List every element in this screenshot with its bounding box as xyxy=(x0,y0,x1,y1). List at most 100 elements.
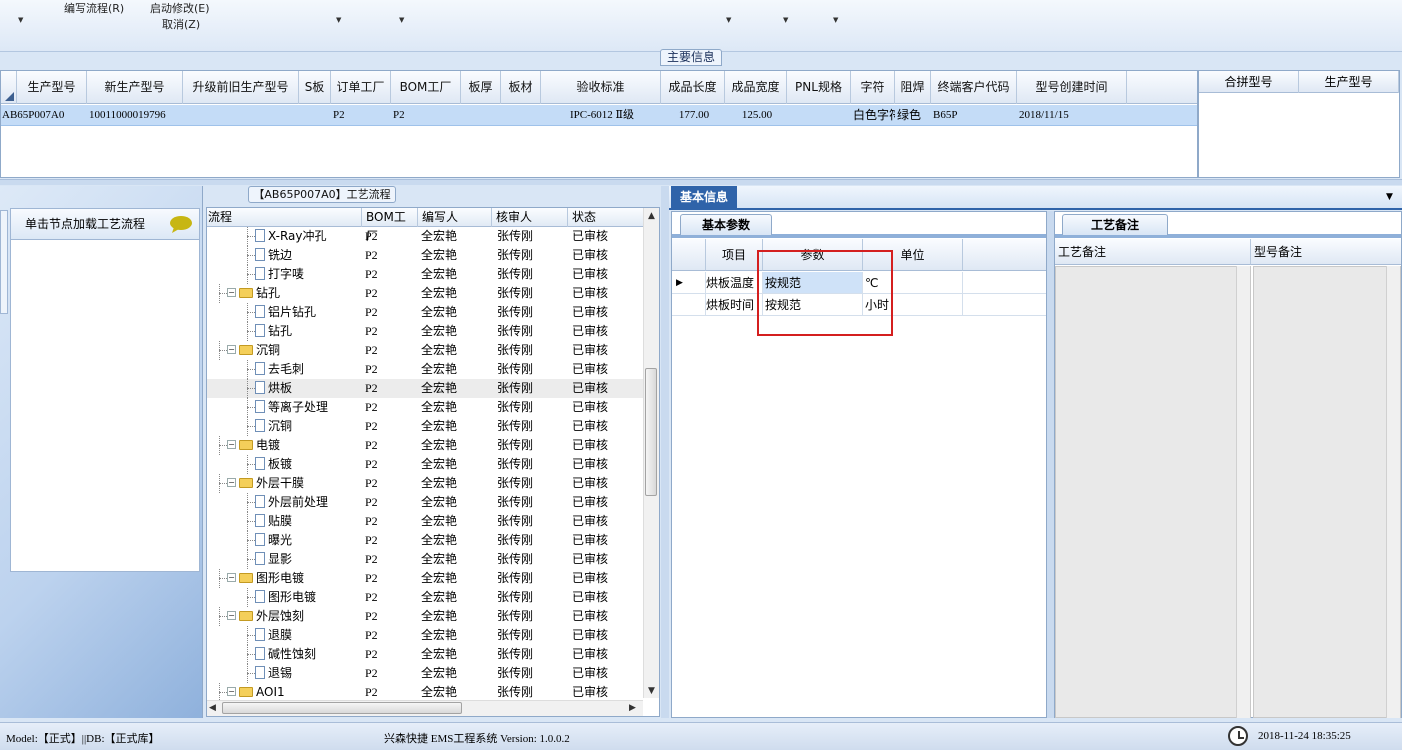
process-remark-textarea[interactable] xyxy=(1055,266,1251,718)
tree-row[interactable]: 退锡 P2 全宏艳 张传刚 已审核 xyxy=(207,664,644,683)
tree-folder-node[interactable]: − 外层蚀刻 xyxy=(227,607,304,626)
process-remark-scrollbar[interactable] xyxy=(1236,266,1250,718)
tree-leaf-node[interactable]: 曝光 xyxy=(255,531,292,550)
tree-row[interactable]: 外层前处理 P2 全宏艳 张传刚 已审核 xyxy=(207,493,644,512)
model-remark-scrollbar[interactable] xyxy=(1386,266,1400,718)
left-collapse-handle[interactable] xyxy=(0,210,8,314)
tree-leaf-node[interactable]: 钻孔 xyxy=(255,322,292,341)
col-reviewer[interactable]: 核审人 xyxy=(492,208,568,227)
collapse-icon[interactable]: − xyxy=(227,440,236,449)
model-remark-textarea[interactable] xyxy=(1253,266,1401,718)
tree-leaf-node[interactable]: 外层前处理 xyxy=(255,493,328,512)
tree-leaf-node[interactable]: 烘板 xyxy=(255,379,292,398)
tree-leaf-node[interactable]: 图形电镀 xyxy=(255,588,316,607)
col-header[interactable]: 成品长度 xyxy=(661,71,725,104)
col-header[interactable]: 型号创建时间 xyxy=(1017,71,1127,104)
col-production-model[interactable]: 生产型号 xyxy=(1299,71,1399,93)
chevron-down-icon[interactable]: ▼ xyxy=(783,16,788,24)
scroll-left-icon[interactable]: ◀ xyxy=(209,703,216,713)
tree-folder-node[interactable]: − 外层干膜 xyxy=(227,474,304,493)
tree-row[interactable]: − 图形电镀 P2 全宏艳 张传刚 已审核 xyxy=(207,569,644,588)
tree-horizontal-scroll-thumb[interactable] xyxy=(222,702,462,714)
chevron-down-icon[interactable]: ▼ xyxy=(833,16,838,24)
tree-row[interactable]: 显影 P2 全宏艳 张传刚 已审核 xyxy=(207,550,644,569)
tree-row[interactable]: 贴膜 P2 全宏艳 张传刚 已审核 xyxy=(207,512,644,531)
tree-folder-node[interactable]: − 图形电镀 xyxy=(227,569,304,588)
collapse-icon[interactable]: − xyxy=(227,611,236,620)
tree-row[interactable]: 烘板 P2 全宏艳 张传刚 已审核 xyxy=(207,379,644,398)
tree-leaf-node[interactable]: 贴膜 xyxy=(255,512,292,531)
tree-leaf-node[interactable]: X-Ray冲孔 xyxy=(255,227,326,246)
tree-leaf-node[interactable]: 沉铜 xyxy=(255,417,292,436)
scroll-up-icon[interactable]: ▲ xyxy=(648,211,655,221)
col-merge-model[interactable]: 合拼型号 xyxy=(1199,71,1299,93)
col-status[interactable]: 状态 xyxy=(568,208,644,227)
col-item[interactable]: 项目 xyxy=(706,239,763,271)
tree-leaf-node[interactable]: 退锡 xyxy=(255,664,292,683)
tree-folder-node[interactable]: − 电镀 xyxy=(227,436,280,455)
tree-leaf-node[interactable]: 铣边 xyxy=(255,246,292,265)
tree-row[interactable]: 曝光 P2 全宏艳 张传刚 已审核 xyxy=(207,531,644,550)
cancel-menu[interactable]: 取消(Z) xyxy=(162,16,200,32)
tree-leaf-node[interactable]: 碱性蚀刻 xyxy=(255,645,316,664)
tree-row[interactable]: − 沉铜 P2 全宏艳 张传刚 已审核 xyxy=(207,341,644,360)
col-header[interactable]: 阻焊 xyxy=(895,71,931,104)
tab-process-remarks[interactable]: 工艺备注 xyxy=(1062,214,1168,235)
tree-row[interactable]: 退膜 P2 全宏艳 张传刚 已审核 xyxy=(207,626,644,645)
vertical-splitter[interactable] xyxy=(1047,211,1054,718)
tree-row[interactable]: 铝片钻孔 P2 全宏艳 张传刚 已审核 xyxy=(207,303,644,322)
chevron-down-icon[interactable]: ▼ xyxy=(18,16,23,24)
vertical-splitter[interactable] xyxy=(661,186,669,718)
tab-basic-info[interactable]: 基本信息 xyxy=(671,186,737,208)
chevron-down-icon[interactable]: ▼ xyxy=(1386,192,1393,202)
tab-basic-params[interactable]: 基本参数 xyxy=(680,214,772,235)
chevron-down-icon[interactable]: ▼ xyxy=(726,16,731,24)
col-header[interactable]: BOM工厂 xyxy=(391,71,461,104)
tree-row[interactable]: 去毛刺 P2 全宏艳 张传刚 已审核 xyxy=(207,360,644,379)
scroll-right-icon[interactable]: ▶ xyxy=(629,703,636,713)
tree-row[interactable]: 沉铜 P2 全宏艳 张传刚 已审核 xyxy=(207,417,644,436)
tree-row[interactable]: 图形电镀 P2 全宏艳 张传刚 已审核 xyxy=(207,588,644,607)
tree-row[interactable]: 打字唛 P2 全宏艳 张传刚 已审核 xyxy=(207,265,644,284)
tree-leaf-node[interactable]: 退膜 xyxy=(255,626,292,645)
collapse-icon[interactable]: − xyxy=(227,288,236,297)
col-header[interactable]: 字符 xyxy=(851,71,895,104)
col-writer[interactable]: 编写人 xyxy=(418,208,492,227)
col-header[interactable]: 验收标准 xyxy=(541,71,661,104)
col-header[interactable]: 成品宽度 xyxy=(725,71,787,104)
tree-folder-node[interactable]: − 沉铜 xyxy=(227,341,280,360)
tree-leaf-node[interactable]: 等离子处理 xyxy=(255,398,328,417)
col-header[interactable]: 订单工厂 xyxy=(331,71,391,104)
collapse-icon[interactable]: − xyxy=(227,345,236,354)
write-flow-menu[interactable]: 编写流程(R) xyxy=(64,0,124,16)
col-header[interactable]: 生产型号 xyxy=(17,71,87,104)
col-header[interactable]: S板 xyxy=(299,71,331,104)
tree-row[interactable]: 板镀 P2 全宏艳 张传刚 已审核 xyxy=(207,455,644,474)
chevron-down-icon[interactable]: ▼ xyxy=(336,16,341,24)
chevron-down-icon[interactable]: ▼ xyxy=(399,16,404,24)
col-header[interactable]: 板厚 xyxy=(461,71,501,104)
tree-leaf-node[interactable]: 去毛刺 xyxy=(255,360,304,379)
col-bom-factory[interactable]: BOM工厂 xyxy=(362,208,418,243)
tree-row[interactable]: 铣边 P2 全宏艳 张传刚 已审核 xyxy=(207,246,644,265)
tree-leaf-node[interactable]: 铝片钻孔 xyxy=(255,303,316,322)
start-modify-menu[interactable]: 启动修改(E) xyxy=(150,0,210,16)
tree-row[interactable]: X-Ray冲孔 P2 全宏艳 张传刚 已审核 xyxy=(207,227,644,246)
tree-leaf-node[interactable]: 板镀 xyxy=(255,455,292,474)
tree-row[interactable]: − 外层蚀刻 P2 全宏艳 张传刚 已审核 xyxy=(207,607,644,626)
collapse-icon[interactable]: − xyxy=(227,687,236,696)
grid-corner[interactable] xyxy=(1,71,17,104)
collapse-icon[interactable]: − xyxy=(227,573,236,582)
tree-row[interactable]: 碱性蚀刻 P2 全宏艳 张传刚 已审核 xyxy=(207,645,644,664)
col-header[interactable]: PNL规格 xyxy=(787,71,851,104)
col-header[interactable]: 终端客户代码 xyxy=(931,71,1017,104)
tree-row[interactable]: 等离子处理 P2 全宏艳 张传刚 已审核 xyxy=(207,398,644,417)
table-row[interactable]: AB65P007A0 10011000019796 P2 P2 IPC-6012 Ⅱ级 1… xyxy=(1,105,1197,126)
tree-row[interactable]: − 外层干膜 P2 全宏艳 张传刚 已审核 xyxy=(207,474,644,493)
tree-row[interactable]: − 钻孔 P2 全宏艳 张传刚 已审核 xyxy=(207,284,644,303)
col-header[interactable]: 新生产型号 xyxy=(87,71,183,104)
tree-row[interactable]: 钻孔 P2 全宏艳 张传刚 已审核 xyxy=(207,322,644,341)
collapse-icon[interactable]: − xyxy=(227,478,236,487)
col-flow[interactable]: 流程 xyxy=(207,208,362,227)
tree-leaf-node[interactable]: 显影 xyxy=(255,550,292,569)
